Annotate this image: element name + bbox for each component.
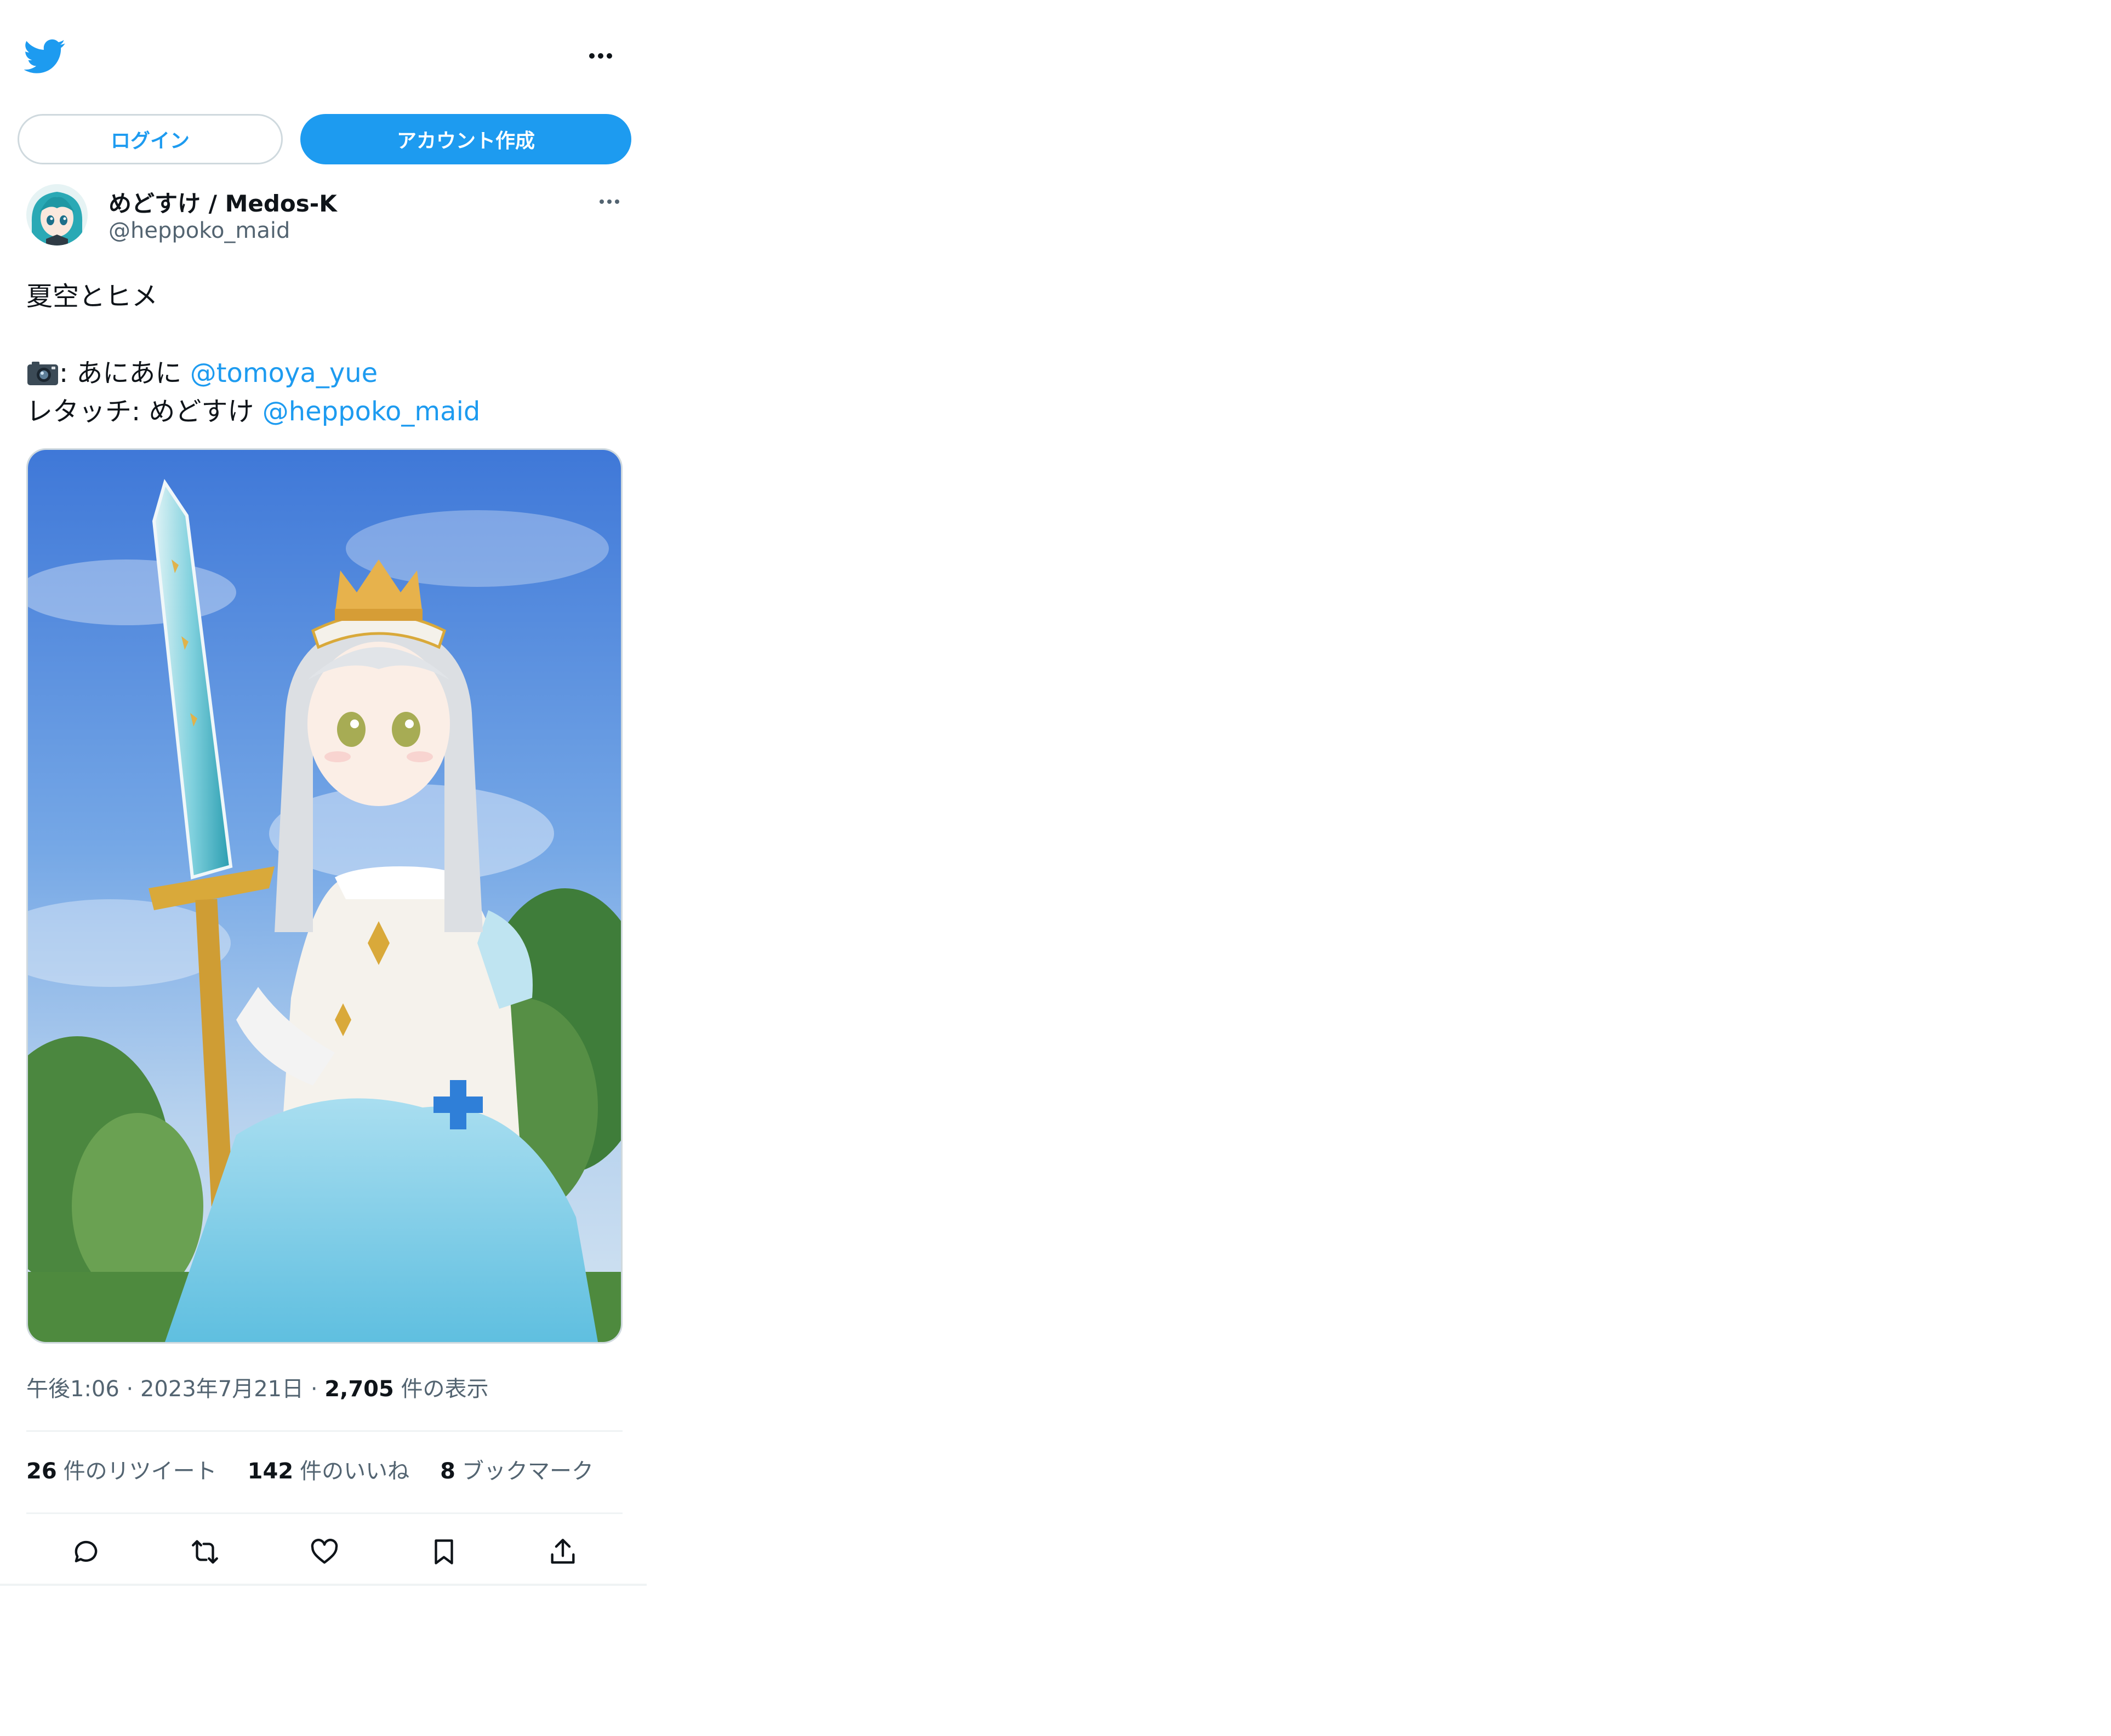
bookmarks-count: 8	[440, 1459, 456, 1484]
retouch-credit-text: レタッチ: めどすけ	[26, 396, 263, 427]
divider	[26, 1430, 623, 1432]
tweet-timestamp[interactable]: 午後1:06 · 2023年7月21日 · 2,705 件の表示	[26, 1371, 489, 1403]
tweet-text-line: レタッチ: めどすけ @heppoko_maid	[26, 392, 629, 431]
bookmark-icon[interactable]	[426, 1534, 461, 1569]
meta-separator: ·	[119, 1377, 140, 1402]
twitter-bird-icon[interactable]	[24, 35, 66, 77]
mention-link[interactable]: @tomoya_yue	[190, 358, 378, 389]
tweet-actions	[26, 1526, 623, 1578]
tweet-text: 夏空とヒメ : あにあに @tomoya_yue レタッチ: めどすけ @hep…	[26, 277, 629, 431]
like-icon[interactable]	[307, 1534, 342, 1569]
author-handle[interactable]: @heppoko_maid	[109, 218, 290, 243]
create-account-button[interactable]: アカウント作成	[300, 114, 631, 164]
avatar[interactable]	[26, 184, 88, 245]
more-horizontal-icon[interactable]	[584, 46, 617, 66]
tweet-text-line: 夏空とヒメ	[26, 281, 158, 312]
author-display-name[interactable]: めどすけ / Medos-K	[109, 185, 337, 219]
bookmarks-label: ブックマーク	[462, 1459, 594, 1484]
tweet-date: 2023年7月21日	[140, 1377, 304, 1402]
meta-separator: ·	[304, 1377, 325, 1402]
tweet-photo[interactable]	[26, 448, 623, 1344]
likes-label: 件のいいね	[300, 1459, 410, 1484]
tweet-embed: ログイン アカウント作成 めどすけ / Medos-K @heppoko_mai…	[0, 0, 647, 1586]
page: ログイン アカウント作成 めどすけ / Medos-K @heppoko_mai…	[0, 0, 2111, 1736]
likes-stat[interactable]: 142 件のいいね	[248, 1453, 410, 1485]
create-account-button-label: アカウント作成	[396, 130, 535, 152]
retweet-icon[interactable]	[187, 1534, 222, 1569]
tweet-stats: 26 件のリツイート 142 件のいいね 8 ブックマーク	[26, 1453, 594, 1485]
reply-icon[interactable]	[69, 1534, 104, 1569]
views-count: 2,705	[324, 1377, 394, 1402]
camera-credit-text: : あにあに	[59, 358, 190, 389]
login-button[interactable]: ログイン	[18, 114, 283, 164]
views-label: 件の表示	[393, 1377, 489, 1402]
share-icon[interactable]	[545, 1534, 580, 1569]
retweets-count: 26	[26, 1459, 57, 1484]
tweet-more-icon[interactable]	[594, 194, 625, 209]
retweets-stat[interactable]: 26 件のリツイート	[26, 1453, 217, 1485]
tweet-text-line: : あにあに @tomoya_yue	[26, 354, 629, 392]
divider	[26, 1512, 623, 1514]
likes-count: 142	[247, 1459, 294, 1484]
mention-link[interactable]: @heppoko_maid	[263, 396, 481, 427]
bookmarks-stat[interactable]: 8 ブックマーク	[440, 1453, 594, 1485]
login-button-label: ログイン	[110, 130, 190, 152]
retweets-label: 件のリツイート	[63, 1459, 217, 1484]
camera-icon	[26, 358, 59, 385]
tweet-time: 午後1:06	[26, 1377, 119, 1402]
